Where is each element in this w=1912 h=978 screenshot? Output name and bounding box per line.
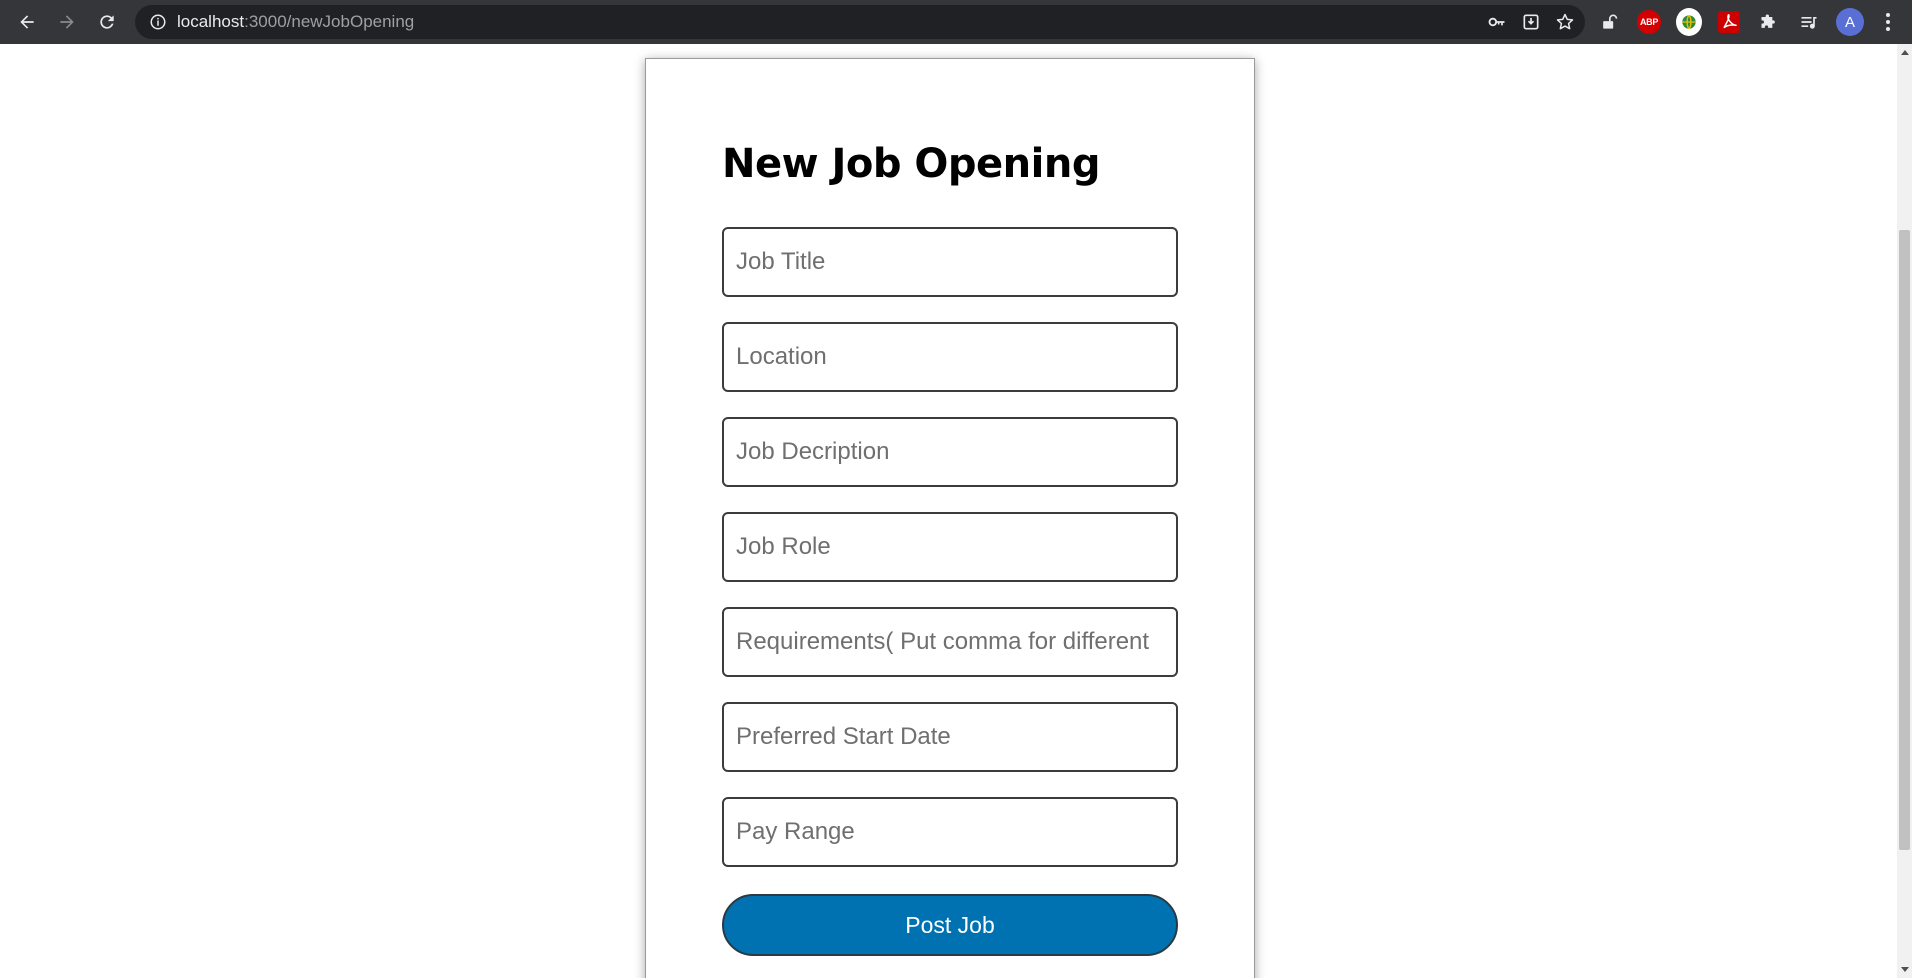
scroll-up-arrow-icon[interactable] — [1901, 50, 1909, 55]
pdf-icon — [1718, 11, 1740, 33]
preferred-start-date-input[interactable] — [722, 702, 1178, 772]
location-input[interactable] — [722, 322, 1178, 392]
globe-icon — [1676, 8, 1702, 36]
job-description-input[interactable] — [722, 417, 1178, 487]
page-viewport: New Job Opening Post Job — [0, 44, 1912, 978]
extensions-bar: ABP A — [1596, 0, 1898, 44]
playlist-icon — [1801, 17, 1817, 29]
scrollbar-thumb[interactable] — [1899, 230, 1910, 850]
key-icon[interactable] — [1487, 12, 1507, 32]
lock-extension-button[interactable] — [1596, 9, 1622, 35]
reload-button[interactable] — [87, 2, 127, 42]
profile-avatar[interactable]: A — [1836, 8, 1864, 36]
back-button[interactable] — [7, 2, 47, 42]
job-form-card: New Job Opening Post Job — [645, 58, 1255, 978]
browser-toolbar: localhost:3000/newJobOpening ABP A — [0, 0, 1912, 44]
page-title: New Job Opening — [722, 141, 1100, 187]
job-title-input[interactable] — [722, 227, 1178, 297]
adblock-icon: ABP — [1637, 10, 1661, 34]
pdf-extension-button[interactable] — [1716, 9, 1742, 35]
globe-extension-button[interactable] — [1676, 8, 1702, 36]
forward-button[interactable] — [47, 2, 87, 42]
address-bar[interactable]: localhost:3000/newJobOpening — [135, 5, 1585, 39]
bookmark-star-icon[interactable] — [1555, 12, 1575, 32]
pay-range-input[interactable] — [722, 797, 1178, 867]
reload-icon — [100, 15, 114, 29]
arrow-right-icon — [60, 15, 74, 29]
omnibox-actions — [1487, 5, 1575, 39]
puzzle-icon — [1761, 14, 1775, 28]
info-icon[interactable] — [149, 13, 167, 31]
media-queue-button[interactable] — [1796, 9, 1822, 35]
adblock-extension-button[interactable]: ABP — [1636, 9, 1662, 35]
browser-menu-icon[interactable] — [1878, 9, 1898, 35]
arrow-left-icon — [20, 15, 34, 29]
url-path: :3000/newJobOpening — [244, 12, 415, 31]
url-text[interactable]: localhost:3000/newJobOpening — [177, 12, 414, 32]
scroll-down-arrow-icon[interactable] — [1901, 967, 1909, 972]
extensions-puzzle-button[interactable] — [1756, 9, 1782, 35]
install-app-icon[interactable] — [1521, 12, 1541, 32]
job-role-input[interactable] — [722, 512, 1178, 582]
lock-icon — [1603, 14, 1618, 29]
requirements-input[interactable] — [722, 607, 1178, 677]
url-host: localhost — [177, 12, 245, 31]
page-scrollbar[interactable] — [1897, 44, 1912, 978]
post-job-button[interactable]: Post Job — [722, 894, 1178, 956]
